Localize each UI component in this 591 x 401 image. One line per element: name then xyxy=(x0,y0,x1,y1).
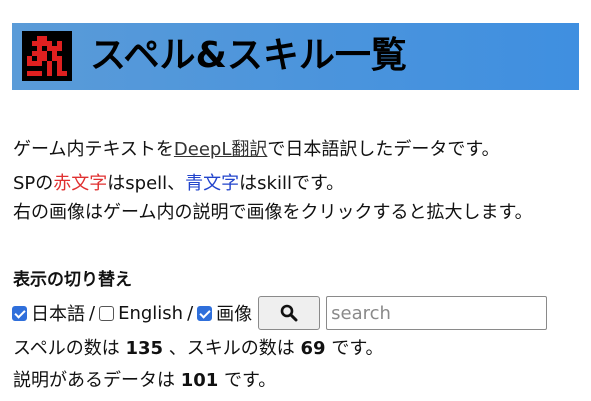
page-title: スペル&スキル一覧 xyxy=(90,35,407,76)
magnifier-icon xyxy=(280,304,298,322)
count-summary: スペルの数は 135 、スキルの数は 69 です。 xyxy=(13,336,384,362)
description-suffix: です。 xyxy=(224,370,277,391)
intro-line-1-suffix: で日本語訳したデータです。 xyxy=(267,139,500,160)
intro-line-2-mid1: はspell、 xyxy=(107,173,186,194)
intro-line-1: ゲーム内テキストをDeepL翻訳で日本語訳したデータです。 xyxy=(13,137,500,163)
pixel-character-icon xyxy=(22,31,72,81)
display-toggle-controls: 日本語 / English / 画像 xyxy=(12,296,548,330)
intro-line-3: 右の画像はゲーム内の説明で画像をクリックすると拡大します。 xyxy=(13,202,533,223)
spell-count: 135 xyxy=(125,338,164,359)
search-input[interactable] xyxy=(326,296,548,330)
red-text-label: 赤文字 xyxy=(53,173,108,194)
japanese-label: 日本語 xyxy=(31,304,85,325)
description-count-prefix: 説明があるデータは xyxy=(13,370,175,391)
skill-count-prefix: 、スキルの数は xyxy=(168,338,295,359)
intro-line-2-mid2: はskillです。 xyxy=(239,173,345,194)
count-suffix: です。 xyxy=(331,338,384,359)
spell-count-prefix: スペルの数は xyxy=(13,338,120,359)
search-button[interactable] xyxy=(258,296,321,330)
image-label: 画像 xyxy=(216,304,253,325)
description-summary: 説明があるデータは 101 です。 xyxy=(13,368,276,394)
japanese-checkbox[interactable] xyxy=(12,305,27,321)
blue-text-label: 青文字 xyxy=(185,173,240,194)
skill-count: 69 xyxy=(300,338,326,359)
title-banner: スペル&スキル一覧 xyxy=(12,23,579,90)
english-label: English xyxy=(118,302,184,324)
english-checkbox[interactable] xyxy=(99,305,115,321)
description-count: 101 xyxy=(180,370,219,391)
intro-line-1-prefix: ゲーム内テキストを xyxy=(13,139,174,160)
deepl-link[interactable]: DeepL翻訳 xyxy=(174,139,267,160)
toggle-section-title: 表示の切り替え xyxy=(13,270,132,290)
intro-line-2: SPの赤文字はspell、青文字はskillです。 xyxy=(13,171,344,197)
image-checkbox[interactable] xyxy=(197,305,213,321)
intro-line-2-prefix: SPの xyxy=(13,173,54,194)
separator: / xyxy=(89,302,96,324)
separator: / xyxy=(187,302,194,324)
